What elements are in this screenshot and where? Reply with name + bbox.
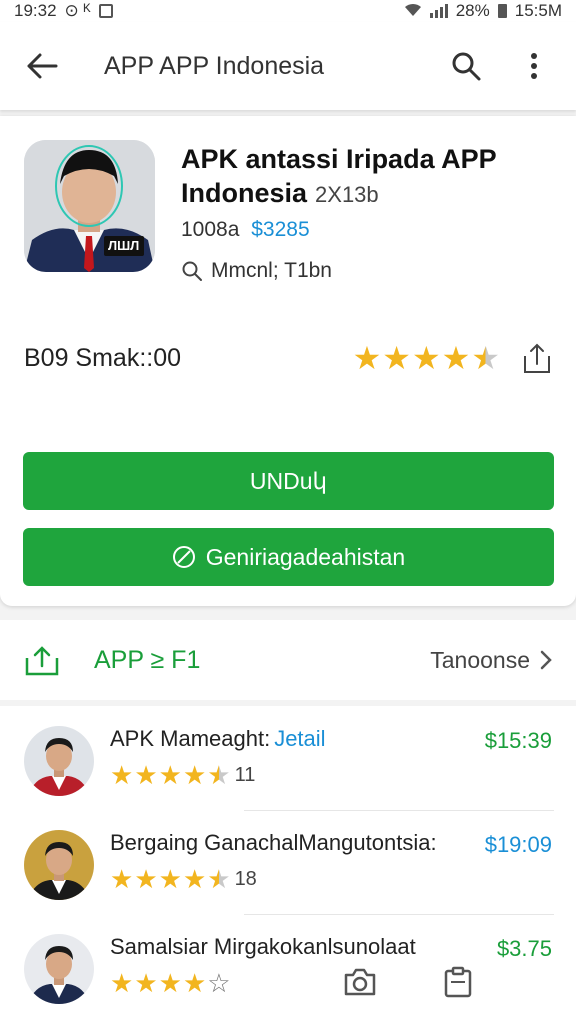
list-item[interactable]: Samalsiar Mirgakokanlsunolaat ★ ★ ★ ★ ☆ $3.7… (0, 914, 576, 1018)
rating-row: B09 Smak::00 ★ ★ ★ ★ ★ (24, 338, 554, 378)
list-item[interactable]: Bergaing GanachalMangutontsia: ★ ★ ★ ★ ★ 18 … (0, 810, 576, 914)
app-icon: ЛШЛ (24, 140, 155, 272)
secondary-action-label: Geniriagadeahistan (205, 543, 406, 570)
screenshot-icon (98, 4, 113, 18)
arrow-left-icon (27, 53, 58, 79)
list-item-name: Samalsiar Mirgakokanlsunolaat (110, 934, 416, 959)
star-icon: ★ (134, 968, 158, 998)
app-size: 2X13b (315, 182, 379, 207)
more-vert-icon (531, 53, 537, 79)
status-right-time: 15:5M (514, 1, 562, 20)
star-icon: ★ (134, 864, 158, 894)
battery-icon (497, 4, 507, 18)
avatar (24, 830, 94, 900)
status-time: 19:32 (14, 1, 57, 20)
list-item-rating: ★ ★ ★ ★ ★ 18 (110, 866, 257, 892)
status-bar: 19:32 ⊙ ᴷ 28% 15:5M (0, 0, 576, 22)
list-item-title: APK Mameaght: Jetail (110, 726, 470, 752)
share-button[interactable] (520, 341, 554, 375)
overflow-menu-button[interactable] (512, 44, 556, 88)
status-right: 28% 15:5M (404, 1, 562, 21)
battery-percent: 28% (455, 1, 490, 20)
avatar (24, 934, 94, 1004)
status-left: 19:32 ⊙ ᴷ (14, 1, 113, 21)
camera-button[interactable] (340, 962, 380, 1002)
wifi-icon (404, 3, 422, 20)
notification-icons: ⊙ ᴷ (64, 1, 91, 20)
list-item-rating: ★ ★ ★ ★ ☆ (110, 970, 231, 996)
signal-icon (429, 4, 448, 18)
share-icon (25, 646, 59, 676)
star-icon: ★ (207, 864, 231, 894)
clipboard-button[interactable] (438, 962, 478, 1002)
app-price: $3285 (251, 218, 310, 241)
star-icon: ★ (158, 968, 182, 998)
avatar (24, 726, 94, 796)
app-meta-row: 1008a $3285 (181, 218, 310, 242)
list-item-price: $19:09 (484, 832, 552, 857)
list-item-stars: ★ ★ ★ ★ ☆ (110, 970, 231, 996)
search-icon (182, 261, 202, 281)
star-icon: ★ (134, 760, 158, 790)
list-item-rating: ★ ★ ★ ★ ★ 11 (110, 762, 255, 788)
rating-label: B09 Smak::00 (24, 343, 182, 372)
chevron-right-icon (540, 650, 552, 670)
list-item-title: Bergaing GanachalMangutontsia: (110, 830, 470, 856)
block-icon (172, 546, 195, 568)
app-name: APK antassi Iripada APP Indonesia 2X13b (181, 142, 541, 212)
camera-icon (344, 968, 376, 996)
star-icon: ★ (471, 340, 500, 376)
star-icon: ★ (441, 340, 471, 376)
list-item-count: 11 (234, 763, 256, 786)
related-apps-header: APP ≥ F1 Tanoonse (0, 620, 576, 700)
app-icon-badge: ЛШЛ (108, 238, 140, 253)
search-button[interactable] (444, 44, 488, 88)
star-icon: ★ (182, 760, 207, 790)
star-icon: ★ (110, 760, 134, 790)
list-item-name: Bergaing GanachalMangutontsia: (110, 830, 437, 855)
developer-name: Mmcnl; T1bn (211, 259, 332, 282)
section-label: APP ≥ F1 (94, 645, 201, 674)
see-more-label: Tanoonse (430, 646, 530, 673)
secondary-action-button[interactable]: Geniriagadeahistan (23, 528, 554, 586)
list-item-price: $15:39 (484, 728, 552, 753)
install-button[interactable]: UNDuկ (23, 452, 554, 510)
list-item-price: $3.75 (496, 936, 552, 961)
star-icon: ★ (382, 340, 411, 376)
star-icon: ★ (411, 340, 441, 376)
app-bar: APP APP Indonesia (0, 22, 576, 110)
list-item-stars: ★ ★ ★ ★ ★ (110, 762, 231, 788)
related-apps-list: APK Mameaght: Jetail ★ ★ ★ ★ ★ 11 $15:39 Berg… (0, 706, 576, 1024)
share-icon (524, 343, 550, 373)
list-item[interactable]: APK Mameaght: Jetail ★ ★ ★ ★ ★ 11 $15:39 (0, 706, 576, 810)
detail-link[interactable]: Jetail (274, 726, 325, 751)
star-icon: ★ (207, 760, 231, 790)
search-icon (452, 52, 481, 81)
bottom-action-icons (340, 962, 478, 1002)
list-item-title: Samalsiar Mirgakokanlsunolaat (110, 934, 470, 960)
star-icon: ★ (182, 864, 207, 894)
star-icon: ☆ (207, 968, 231, 998)
back-button[interactable] (20, 44, 64, 88)
star-icon: ★ (158, 864, 182, 894)
list-item-count: 18 (234, 867, 257, 890)
app-downloads: 1008a (181, 218, 240, 241)
see-more-link[interactable]: Tanoonse (430, 647, 552, 674)
list-item-stars: ★ ★ ★ ★ ★ (110, 866, 231, 892)
app-detail-card: ЛШЛ APK antassi Iripada APP Indonesia 2X1… (0, 116, 576, 606)
star-icon: ★ (110, 968, 134, 998)
clipboard-icon (444, 966, 472, 998)
star-icon: ★ (158, 760, 182, 790)
app-bar-title: APP APP Indonesia (104, 51, 325, 80)
list-item-name: APK Mameaght: (110, 726, 271, 751)
star-icon: ★ (352, 340, 382, 376)
star-icon: ★ (182, 968, 207, 998)
developer-row[interactable]: Mmcnl; T1bn (181, 259, 332, 283)
star-icon: ★ (110, 864, 134, 894)
app-rating-stars: ★ ★ ★ ★ ★ (353, 342, 500, 374)
